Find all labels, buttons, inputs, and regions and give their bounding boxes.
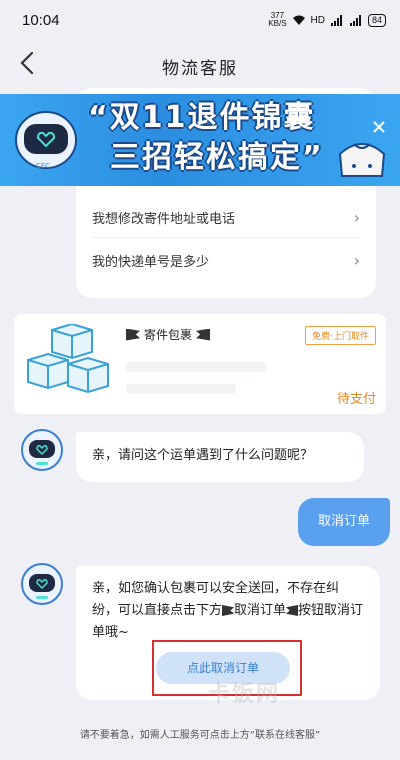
packages-icon: [27, 324, 109, 394]
banner-headline: “双11退件锦囊 三招轻松搞定”: [88, 98, 324, 178]
flag-icon: [196, 328, 211, 341]
svg-text:CEC: CEC: [36, 162, 50, 170]
page-title: 物流客服: [162, 59, 238, 79]
chevron-right-icon: ›: [353, 250, 360, 270]
signal-icon: [330, 14, 342, 26]
status-bar: 10:04 377 KB/S HD 84: [0, 0, 400, 40]
signal-icon-2: [349, 14, 361, 26]
order-status: 待支付: [336, 392, 376, 407]
bot-avatar: [21, 429, 63, 471]
banner-line-1: “双11退件锦囊: [88, 100, 316, 135]
footer-hint: 请不要着急，如需人工服务可点击上方“联系在线客服”: [79, 730, 321, 741]
flag-icon: [126, 328, 140, 341]
pickup-badge: 免费·上门取件: [305, 326, 376, 345]
status-time: 10:04: [22, 12, 60, 29]
net-speed-unit: KB/S: [268, 19, 287, 28]
user-message: 取消订单: [298, 498, 390, 546]
answer-text-2: 取消订单: [234, 603, 287, 618]
bot-message-question: 亲，请问这个运单遇到了什么问题呢？: [76, 432, 364, 482]
flag-icon: [286, 605, 299, 616]
faq-item-label: 我的快递单号是多少: [92, 254, 210, 270]
banner-line-2: 三招轻松搞定”: [110, 140, 324, 175]
redacted-line: [126, 384, 236, 394]
chevron-right-icon: ›: [353, 208, 360, 227]
order-card[interactable]: 寄件包裹 免费·上门取件 待支付: [14, 314, 386, 414]
faq-item-modify-address[interactable]: 我想修改寄件地址或电话 ›: [92, 198, 360, 238]
nav-bar: 物流客服: [0, 40, 400, 88]
status-icons: 377 KB/S HD 84: [268, 12, 386, 28]
wifi-icon: [292, 15, 305, 25]
hd-label: HD: [310, 14, 325, 26]
battery-indicator: 84: [367, 13, 386, 27]
redacted-line: [126, 362, 266, 372]
order-type: 寄件包裹: [126, 326, 211, 343]
faq-item-label: 我想修改寄件地址或电话: [92, 212, 236, 227]
flag-icon: [222, 605, 235, 616]
bot-avatar: [21, 563, 63, 605]
watermark: 卡饭网: [208, 682, 281, 707]
order-type-label: 寄件包裹: [144, 328, 193, 342]
promo-banner[interactable]: CEC “双11退件锦囊 三招轻松搞定”: [0, 94, 400, 186]
faq-item-tracking-number[interactable]: 我的快递单号是多少 ›: [92, 240, 360, 280]
net-speed: 377 KB/S: [268, 12, 286, 28]
close-icon[interactable]: [372, 120, 386, 134]
robot-mascot-icon: CEC: [15, 111, 77, 170]
